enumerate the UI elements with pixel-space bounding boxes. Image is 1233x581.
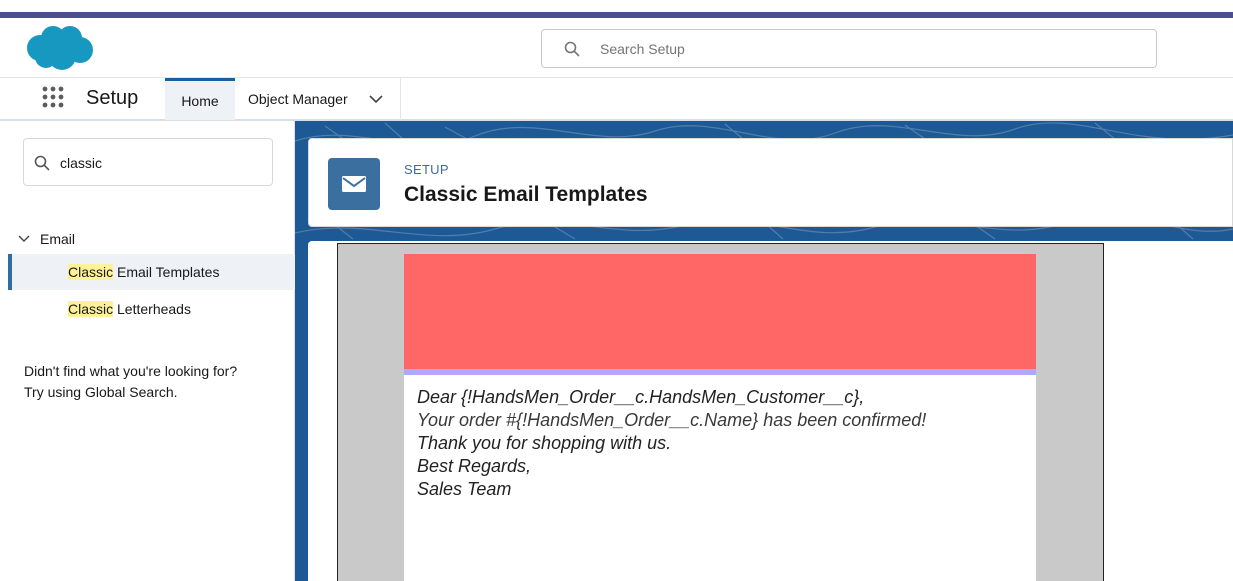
email-line: Best Regards, (417, 456, 532, 476)
email-preview-frame: Dear {!HandsMen_Order__c.HandsMen_Custom… (337, 243, 1104, 581)
email-line: Thank you for shopping with us. (417, 433, 672, 453)
main-content: SETUP Classic Email Templates Dear {!Han… (295, 121, 1233, 581)
help-line: Didn't find what you're looking for? (24, 363, 238, 379)
quick-find-input[interactable] (60, 153, 260, 173)
search-icon (564, 41, 580, 57)
setup-search-input[interactable] (600, 38, 1140, 60)
chevron-down-icon[interactable] (18, 234, 30, 244)
template-panel: Dear {!HandsMen_Order__c.HandsMen_Custom… (308, 241, 1233, 581)
page-label: SETUP (404, 162, 449, 177)
email-line: Sales Team (417, 479, 512, 499)
tab-home[interactable]: Home (165, 78, 235, 120)
navigation-bar: Setup Home Object Manager (0, 78, 1233, 121)
global-header (0, 18, 1233, 78)
setup-search-box[interactable] (541, 29, 1157, 68)
search-icon (34, 155, 50, 171)
page-header: SETUP Classic Email Templates (308, 138, 1233, 227)
letterhead-banner (404, 254, 1036, 369)
salesforce-cloud-logo[interactable] (24, 25, 94, 71)
help-line: Try using Global Search. (24, 384, 178, 400)
sidebar-item-label: Email Templates (113, 264, 220, 280)
sidebar-item-label: Letterheads (113, 301, 191, 317)
setup-sidebar: Email Classic Email Templates Classic Le… (0, 121, 295, 581)
tab-object-manager-label: Object Manager (248, 91, 348, 107)
tab-home-label: Home (181, 92, 219, 109)
email-line: Your order #{!HandsMen_Order__c.Name} ha… (417, 410, 927, 430)
sidebar-item-classic-letterheads[interactable]: Classic Letterheads (8, 291, 295, 327)
search-help-text: Didn't find what you're looking for? Try… (24, 361, 284, 403)
quick-find-box[interactable] (23, 138, 273, 186)
email-body: Dear {!HandsMen_Order__c.HandsMen_Custom… (404, 375, 1036, 581)
app-launcher-icon[interactable] (40, 84, 66, 110)
chevron-down-icon[interactable] (368, 92, 384, 106)
search-highlight: Classic (68, 301, 114, 317)
email-line: Dear {!HandsMen_Order__c.HandsMen_Custom… (417, 387, 865, 407)
envelope-icon (342, 176, 366, 192)
sidebar-item-classic-email-templates[interactable]: Classic Email Templates (8, 254, 295, 290)
tree-group-email[interactable]: Email (18, 229, 75, 249)
tree-group-label: Email (40, 231, 76, 247)
page-title: Classic Email Templates (404, 183, 648, 206)
app-name: Setup (86, 87, 139, 109)
tab-object-manager[interactable]: Object Manager (235, 78, 401, 120)
page-icon (328, 158, 380, 210)
search-highlight: Classic (68, 264, 114, 280)
app-root: Setup Home Object Manager Email Cl (0, 0, 1233, 581)
